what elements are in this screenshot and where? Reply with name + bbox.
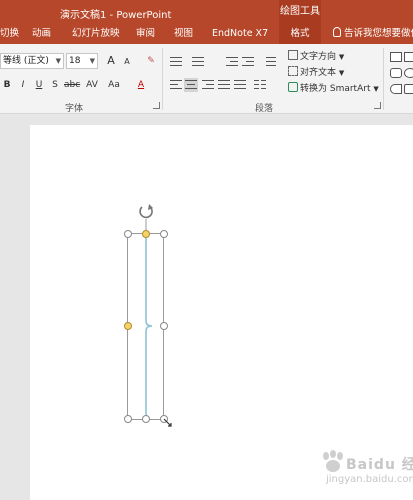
group-divider — [383, 48, 384, 110]
chevron-down-icon: ▼ — [338, 69, 345, 77]
watermark-url: jingyan.baidu.com — [326, 474, 413, 485]
ribbon: 等线 (正文) ▼ 18 ▼ A A ✎ B I U S abc AV Aa A… — [0, 44, 413, 114]
align-right-icon[interactable] — [202, 79, 214, 91]
lightbulb-icon — [333, 27, 341, 37]
columns-icon[interactable] — [254, 79, 266, 91]
decrease-indent-icon[interactable] — [226, 55, 238, 67]
shape-rect-icon[interactable] — [404, 52, 413, 62]
numbering-icon[interactable] — [192, 55, 204, 67]
shrink-font-button[interactable]: A — [121, 54, 133, 70]
tab-view[interactable]: 视图 — [174, 24, 193, 44]
font-size-value: 18 — [69, 56, 81, 66]
resize-handle-bottom — [142, 415, 150, 423]
right-brace-line — [145, 234, 153, 419]
text-direction-icon — [288, 50, 298, 60]
chevron-down-icon: ▼ — [55, 57, 61, 65]
shape-text-box-icon[interactable] — [390, 52, 402, 62]
shape-square-icon[interactable] — [404, 84, 413, 94]
distributed-icon[interactable] — [234, 79, 246, 91]
convert-smartart-button[interactable]: 转换为 SmartArt ▼ — [288, 81, 379, 97]
change-case-button[interactable]: Aa — [106, 77, 122, 93]
font-name-value: 等线 (正文) — [3, 56, 49, 66]
align-text-button[interactable]: 对齐文本 ▼ — [288, 65, 344, 81]
increase-indent-icon[interactable] — [242, 55, 254, 67]
align-text-icon — [288, 66, 298, 76]
smartart-icon — [288, 82, 298, 92]
paragraph-group-label: 段落 — [255, 104, 274, 114]
shape-oval-icon[interactable] — [404, 68, 413, 78]
strikethrough-button[interactable]: abc — [64, 77, 80, 93]
font-dialog-launcher-icon[interactable] — [153, 102, 160, 109]
chevron-down-icon: ▼ — [338, 53, 345, 61]
italic-button[interactable]: I — [18, 77, 28, 93]
resize-handle-right — [160, 322, 168, 330]
paw-logo-icon — [323, 450, 343, 472]
bullets-icon[interactable] — [170, 55, 182, 67]
font-size-select[interactable]: 18 ▼ — [66, 53, 98, 69]
underline-button[interactable]: U — [34, 77, 44, 93]
ribbon-tab-bar: 切换 动画 幻灯片放映 审阅 视图 EndNote X7 格式 告诉我您想要做什 — [0, 24, 413, 44]
align-center-icon[interactable] — [184, 78, 198, 92]
shadow-button[interactable]: S — [50, 77, 60, 93]
grow-font-button[interactable]: A — [104, 53, 118, 69]
tell-me-text: 告诉我您想要做什 — [344, 28, 413, 39]
convert-smartart-label: 转换为 SmartArt — [300, 84, 371, 94]
bold-button[interactable]: B — [2, 77, 12, 93]
character-spacing-button[interactable]: AV — [84, 77, 100, 93]
shape-arrow-icon[interactable] — [390, 84, 402, 94]
slide-canvas[interactable] — [30, 125, 413, 500]
resize-handle-bottom-left — [124, 415, 132, 423]
tab-endnote[interactable]: EndNote X7 — [212, 24, 268, 44]
drawing-tools-context-label: 绘图工具 — [279, 0, 321, 24]
baidu-watermark-logo: Baidu 经验 jingyan.baidu.com — [318, 448, 413, 492]
eraser-icon[interactable]: ✎ — [144, 53, 158, 69]
text-direction-label: 文字方向 — [300, 52, 337, 62]
text-direction-button[interactable]: 文字方向 ▼ — [288, 49, 344, 65]
chevron-down-icon: ▼ — [373, 85, 379, 93]
font-group-label: 字体 — [65, 104, 84, 114]
selected-brace-shape[interactable] — [30, 125, 413, 500]
tab-format[interactable]: 格式 — [279, 24, 321, 44]
window-title: 演示文稿1 - PowerPoint — [60, 10, 172, 21]
align-left-icon[interactable] — [170, 79, 182, 91]
shape-rounded-rect-icon[interactable] — [390, 68, 402, 78]
title-bar: 演示文稿1 - PowerPoint 绘图工具 — [0, 0, 413, 24]
adjust-handle-middle — [124, 322, 132, 330]
resize-handle-top-right — [160, 230, 168, 238]
watermark-main-text: Baidu 经验 — [346, 457, 413, 473]
font-name-select[interactable]: 等线 (正文) ▼ — [0, 53, 64, 69]
tell-me-box[interactable]: 告诉我您想要做什 — [333, 24, 413, 44]
resize-handle-top-left — [124, 230, 132, 238]
tab-transitions[interactable]: 切换 — [0, 24, 19, 44]
font-color-button[interactable]: A — [136, 77, 146, 93]
tab-slideshow[interactable]: 幻灯片放映 — [72, 24, 120, 44]
adjust-handle-top — [142, 230, 150, 238]
tab-review[interactable]: 审阅 — [136, 24, 155, 44]
chevron-down-icon: ▼ — [89, 57, 95, 65]
align-text-label: 对齐文本 — [300, 68, 337, 78]
paragraph-dialog-launcher-icon[interactable] — [374, 102, 381, 109]
justify-icon[interactable] — [218, 79, 230, 91]
slide-editing-area — [0, 115, 413, 500]
rotate-handle-icon[interactable] — [139, 204, 153, 219]
group-divider — [162, 48, 163, 110]
line-spacing-icon[interactable] — [264, 55, 276, 67]
tab-animations[interactable]: 动画 — [32, 24, 51, 44]
